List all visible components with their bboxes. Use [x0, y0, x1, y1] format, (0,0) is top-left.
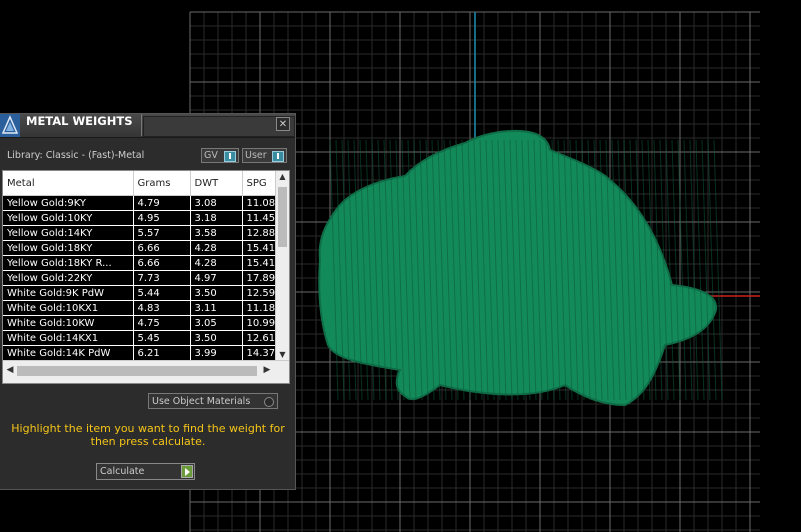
metal-weights-panel: METAL WEIGHTS ✕ Library: Classic - (Fast… — [0, 113, 296, 490]
title-bar-spacer — [143, 116, 295, 137]
calculate-label: Calculate — [100, 466, 145, 477]
panel-titlebar[interactable]: METAL WEIGHTS ✕ — [0, 114, 295, 138]
gv-toggle-label: GV — [204, 150, 218, 161]
cell-dwt: 3.50 — [190, 285, 243, 301]
scroll-thumb[interactable] — [278, 187, 287, 247]
cell-metal: White Gold:10KW — [3, 315, 134, 331]
table-header-row: Metal Grams DWT SPG — [3, 171, 283, 196]
gv-toggle[interactable]: GV — [201, 148, 239, 163]
cell-dwt: 4.28 — [190, 255, 243, 271]
cell-dwt: 3.05 — [190, 315, 243, 331]
horizontal-scrollbar[interactable]: ◀ ▶ — [3, 360, 289, 383]
cell-metal: White Gold:14KX1 — [3, 330, 134, 346]
cell-dwt: 3.50 — [190, 330, 243, 346]
table-row[interactable]: Yellow Gold:18KY R... 6.66 4.28 15.41 — [3, 255, 283, 271]
close-button[interactable]: ✕ — [276, 117, 290, 131]
library-label: Library: Classic - (Fast)-Metal — [7, 150, 145, 161]
user-toggle-label: User — [245, 150, 267, 161]
cell-grams: 4.79 — [133, 195, 191, 211]
play-arrow-icon — [181, 465, 193, 478]
cell-grams: 6.21 — [133, 345, 191, 361]
table-row[interactable]: White Gold:10KW 4.75 3.05 10.99 — [3, 315, 283, 331]
scroll-up-icon[interactable]: ▲ — [276, 171, 289, 183]
table-row[interactable]: Yellow Gold:14KY 5.57 3.58 12.88 — [3, 225, 283, 241]
cell-dwt: 3.08 — [190, 195, 243, 211]
table-row[interactable]: White Gold:14KX1 5.45 3.50 12.61 — [3, 330, 283, 346]
vertical-scrollbar[interactable]: ▲ ▼ — [275, 171, 289, 361]
column-header-dwt[interactable]: DWT — [190, 171, 243, 196]
cell-grams: 5.44 — [133, 285, 191, 301]
table-row[interactable]: White Gold:10KX1 4.83 3.11 11.18 — [3, 300, 283, 316]
cell-grams: 5.57 — [133, 225, 191, 241]
mesh-object[interactable] — [318, 129, 723, 407]
cell-metal: White Gold:10KX1 — [3, 300, 134, 316]
cell-grams: 5.45 — [133, 330, 191, 346]
cell-grams: 4.75 — [133, 315, 191, 331]
calculate-button[interactable]: Calculate — [96, 463, 195, 480]
app-logo-icon — [0, 114, 20, 137]
cell-grams: 6.66 — [133, 255, 191, 271]
scroll-thumb[interactable] — [17, 366, 257, 376]
cell-grams: 6.66 — [133, 240, 191, 256]
cell-grams: 4.95 — [133, 210, 191, 226]
use-object-materials-option[interactable]: Use Object Materials — [148, 393, 278, 409]
cell-metal: White Gold:14K PdW — [3, 345, 134, 361]
column-header-metal[interactable]: Metal — [3, 171, 134, 196]
metal-table[interactable]: Metal Grams DWT SPG Yellow Gold:9KY 4.79 3… — [2, 170, 290, 384]
cell-dwt: 3.18 — [190, 210, 243, 226]
table-row[interactable]: Yellow Gold:22KY 7.73 4.97 17.89 — [3, 270, 283, 286]
use-object-materials-label: Use Object Materials — [152, 396, 251, 407]
cell-dwt: 4.28 — [190, 240, 243, 256]
scroll-left-icon[interactable]: ◀ — [4, 365, 16, 375]
cell-dwt: 3.99 — [190, 345, 243, 361]
cell-dwt: 4.97 — [190, 270, 243, 286]
cell-metal: Yellow Gold:22KY — [3, 270, 134, 286]
cell-grams: 7.73 — [133, 270, 191, 286]
info-icon — [272, 151, 284, 162]
cell-metal: Yellow Gold:18KY R... — [3, 255, 134, 271]
user-toggle[interactable]: User — [242, 148, 287, 163]
column-header-grams[interactable]: Grams — [133, 171, 191, 196]
table-row[interactable]: White Gold:9K PdW 5.44 3.50 12.59 — [3, 285, 283, 301]
table-row[interactable]: Yellow Gold:10KY 4.95 3.18 11.45 — [3, 210, 283, 226]
table-row[interactable]: White Gold:14K PdW 6.21 3.99 14.37 — [3, 345, 283, 361]
radio-icon[interactable] — [264, 397, 274, 407]
panel-title: METAL WEIGHTS — [26, 114, 142, 136]
cell-dwt: 3.11 — [190, 300, 243, 316]
table-row[interactable]: Yellow Gold:18KY 6.66 4.28 15.41 — [3, 240, 283, 256]
table-row[interactable]: Yellow Gold:9KY 4.79 3.08 11.08 — [3, 195, 283, 211]
cell-dwt: 3.58 — [190, 225, 243, 241]
help-text: Highlight the item you want to find the … — [11, 422, 285, 448]
cell-metal: Yellow Gold:14KY — [3, 225, 134, 241]
cell-grams: 4.83 — [133, 300, 191, 316]
cell-metal: Yellow Gold:9KY — [3, 195, 134, 211]
info-icon — [224, 151, 236, 162]
scroll-right-icon[interactable]: ▶ — [261, 365, 273, 375]
cell-metal: Yellow Gold:10KY — [3, 210, 134, 226]
cell-metal: Yellow Gold:18KY — [3, 240, 134, 256]
cell-metal: White Gold:9K PdW — [3, 285, 134, 301]
